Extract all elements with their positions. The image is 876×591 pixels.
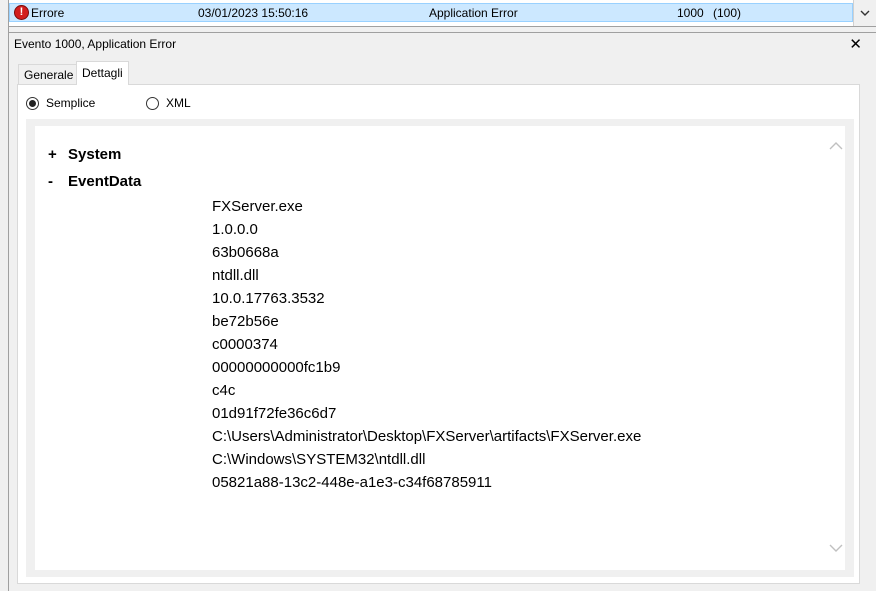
event-datetime: 03/01/2023 15:50:16 <box>198 6 309 20</box>
node-label: System <box>68 146 122 163</box>
event-id: 1000 <box>677 6 704 20</box>
eventdata-value: C:\Windows\SYSTEM32\ntdll.dll <box>212 451 426 468</box>
expand-icon[interactable]: + <box>48 146 68 163</box>
details-title: Evento 1000, Application Error <box>14 37 177 51</box>
eventdata-value: 63b0668a <box>212 244 279 261</box>
radio-button[interactable] <box>26 96 39 110</box>
eventdata-value: 1.0.0.0 <box>212 221 258 238</box>
event-task: (100) <box>713 6 742 20</box>
event-list: ! Errore 03/01/2023 15:50:16 Application… <box>0 0 876 27</box>
chevron-up-icon[interactable] <box>829 141 843 151</box>
chevron-down-icon[interactable] <box>860 10 870 16</box>
tree-node-system[interactable]: + System <box>48 146 121 163</box>
eventdata-value: 05821a88-13c2-448e-a1e3-c34f68785911 <box>212 474 492 491</box>
radio-label: Semplice <box>46 96 96 110</box>
eventdata-value: be72b56e <box>212 313 279 330</box>
tree-node-eventdata[interactable]: - EventData <box>48 173 141 190</box>
chevron-down-icon[interactable] <box>829 543 843 553</box>
error-icon: ! <box>14 5 29 20</box>
node-label: EventData <box>68 173 142 190</box>
eventdata-value: FXServer.exe <box>212 198 303 215</box>
eventdata-value: ntdll.dll <box>212 267 259 284</box>
details-content[interactable] <box>34 125 846 571</box>
tab-generale[interactable]: Generale <box>18 64 80 84</box>
eventdata-value: 01d91f72fe36c6d7 <box>212 405 337 422</box>
left-frame <box>0 0 9 591</box>
eventdata-value: 00000000000fc1b9 <box>212 359 341 376</box>
event-level: Errore <box>31 6 65 20</box>
radio-label: XML <box>166 96 191 110</box>
eventdata-value: c0000374 <box>212 336 278 353</box>
eventdata-value: 10.0.17763.3532 <box>212 290 325 307</box>
event-source: Application Error <box>429 6 518 20</box>
close-icon[interactable]: ✕ <box>849 35 862 53</box>
radio-button[interactable] <box>146 96 159 110</box>
eventdata-value: C:\Users\Administrator\Desktop\FXServer\… <box>212 428 642 445</box>
radio-xml[interactable]: XML <box>146 96 191 110</box>
list-scrollbar[interactable] <box>853 0 876 26</box>
details-header: Evento 1000, Application Error ✕ <box>9 32 876 54</box>
event-row-selected[interactable]: ! Errore 03/01/2023 15:50:16 Application… <box>9 3 853 22</box>
radio-semplice[interactable]: Semplice <box>26 96 95 110</box>
eventdata-value: c4c <box>212 382 236 399</box>
collapse-icon[interactable]: - <box>48 173 68 190</box>
tab-dettagli[interactable]: Dettagli <box>76 61 129 85</box>
